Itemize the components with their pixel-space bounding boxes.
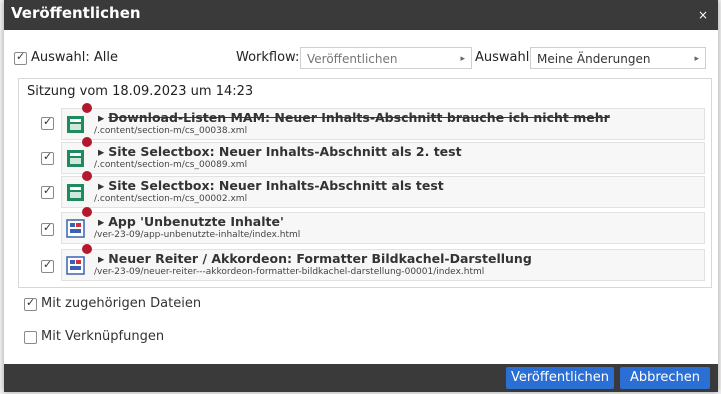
links-checkbox[interactable] bbox=[24, 331, 37, 344]
related-files-label: Mit zugehörigen Dateien bbox=[41, 296, 202, 311]
item-title: ▸ Site Selectbox: Neuer Inhalts-Abschnit… bbox=[98, 144, 462, 159]
links-label: Mit Verknüpfungen bbox=[41, 329, 165, 344]
cancel-button[interactable]: Abbrechen bbox=[620, 367, 710, 389]
item-path: /.content/section-m/cs_00089.xml bbox=[94, 160, 248, 170]
item-title: ▸ Site Selectbox: Neuer Inhalts-Abschnit… bbox=[98, 178, 444, 193]
content-section-icon bbox=[67, 150, 84, 167]
item-checkbox[interactable] bbox=[41, 258, 54, 273]
list-item[interactable]: ▸ App 'Unbenutzte Inhalte' /ver-23-09/ap… bbox=[61, 207, 705, 244]
list-item[interactable]: ▸ Download-Listen MAM: Neuer Inhalts-Abs… bbox=[61, 103, 705, 140]
chevron-right-icon: ▸ bbox=[460, 54, 465, 64]
container-page-icon bbox=[66, 219, 85, 238]
session-group: Sitzung vom 18.09.2023 um 14:23 ▸ Downlo… bbox=[18, 78, 712, 288]
item-checkbox[interactable] bbox=[41, 221, 54, 236]
dialog-footer: Veröffentlichen Abbrechen bbox=[4, 364, 718, 392]
item-checkbox[interactable] bbox=[41, 184, 54, 199]
changed-indicator bbox=[82, 137, 92, 147]
changed-indicator bbox=[82, 103, 92, 113]
publish-button[interactable]: Veröffentlichen bbox=[506, 367, 614, 389]
list-item[interactable]: ▸ Site Selectbox: Neuer Inhalts-Abschnit… bbox=[61, 137, 705, 174]
container-page-icon bbox=[66, 256, 85, 275]
select-all-checkbox[interactable] bbox=[14, 50, 27, 65]
item-title: ▸ Download-Listen MAM: Neuer Inhalts-Abs… bbox=[98, 110, 610, 125]
content-section-icon bbox=[67, 184, 84, 201]
item-path: /ver-23-09/neuer-reiter---akkordeon-form… bbox=[94, 267, 485, 277]
item-path: /ver-23-09/app-unbenutzte-inhalte/index.… bbox=[94, 230, 301, 240]
content-section-icon bbox=[67, 116, 84, 133]
publish-dialog: Veröffentlichen × Auswahl: Alle Workflow… bbox=[4, 0, 718, 392]
related-files-checkbox[interactable] bbox=[24, 296, 37, 311]
changed-indicator bbox=[82, 244, 92, 254]
workflow-select[interactable]: Veröffentlichen ▸ bbox=[300, 47, 472, 69]
selection-select[interactable]: Meine Änderungen ▸ bbox=[530, 47, 706, 69]
workflow-label: Workflow: bbox=[236, 50, 300, 65]
session-title: Sitzung vom 18.09.2023 um 14:23 bbox=[27, 84, 254, 99]
item-title: ▸ Neuer Reiter / Akkordeon: Formatter Bi… bbox=[98, 251, 532, 266]
list-item[interactable]: ▸ Neuer Reiter / Akkordeon: Formatter Bi… bbox=[61, 244, 705, 281]
toolbar: Auswahl: Alle Workflow: Veröffentlichen … bbox=[4, 44, 718, 74]
item-checkbox[interactable] bbox=[41, 150, 54, 165]
selection-select-value: Meine Änderungen bbox=[537, 52, 651, 66]
select-all-label: Auswahl: Alle bbox=[31, 50, 118, 65]
dialog-title: Veröffentlichen bbox=[11, 4, 141, 22]
changed-indicator bbox=[82, 207, 92, 217]
changed-indicator bbox=[82, 171, 92, 181]
item-path: /.content/section-m/cs_00002.xml bbox=[94, 194, 248, 204]
selection-label: Auswahl: bbox=[475, 50, 534, 65]
item-checkbox[interactable] bbox=[41, 115, 54, 130]
item-title: ▸ App 'Unbenutzte Inhalte' bbox=[98, 214, 284, 229]
chevron-right-icon: ▸ bbox=[694, 54, 699, 64]
dialog-titlebar: Veröffentlichen × bbox=[4, 0, 718, 30]
list-item[interactable]: ▸ Site Selectbox: Neuer Inhalts-Abschnit… bbox=[61, 171, 705, 208]
workflow-select-value: Veröffentlichen bbox=[307, 52, 398, 66]
close-icon[interactable]: × bbox=[698, 8, 708, 22]
item-path: /.content/section-m/cs_00038.xml bbox=[94, 126, 248, 136]
